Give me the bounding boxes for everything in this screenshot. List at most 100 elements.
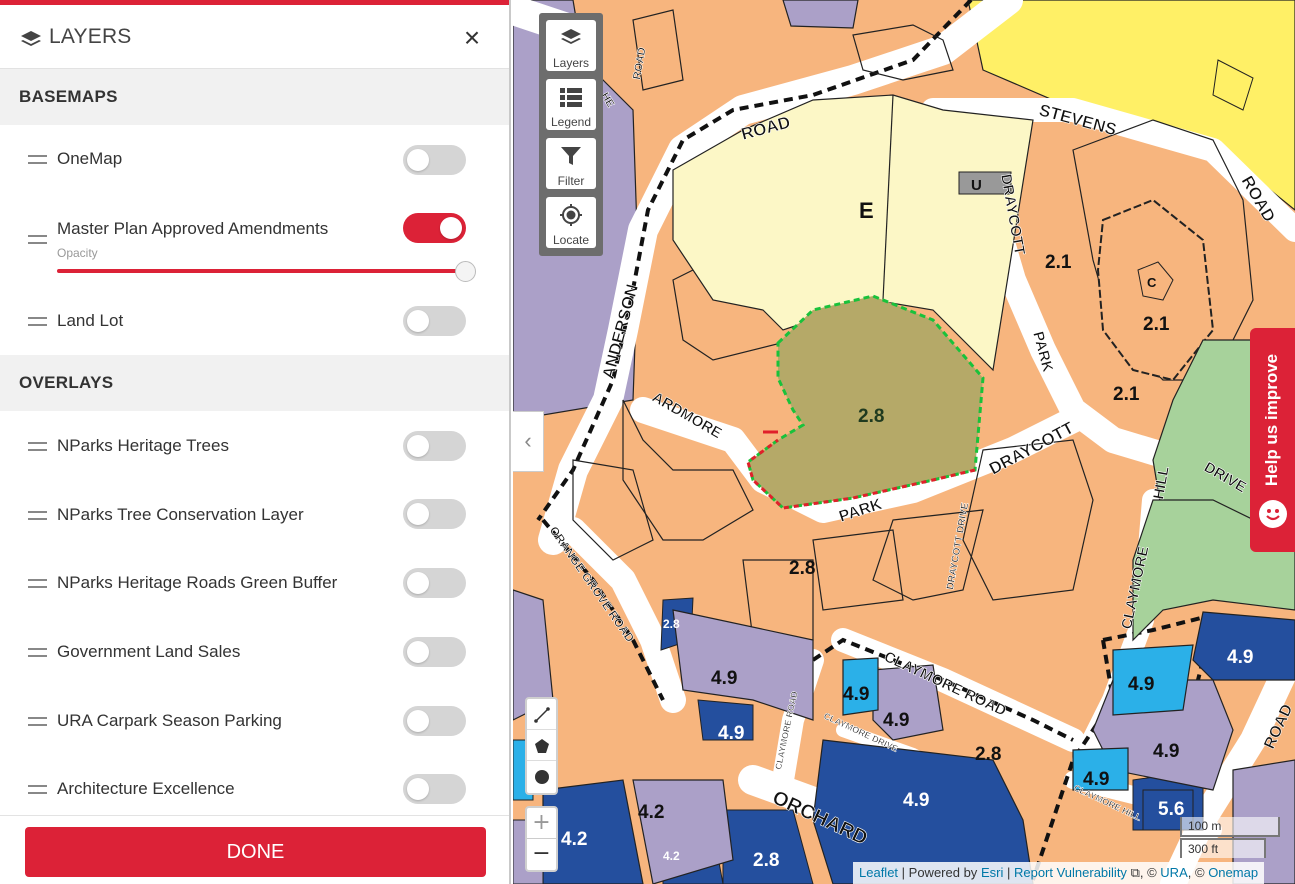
drag-handle-icon[interactable]: [28, 442, 47, 451]
drag-handle-icon[interactable]: [28, 717, 47, 726]
layer-row-heritage-roads: NParks Heritage Roads Green Buffer: [0, 553, 509, 613]
layer-toggle[interactable]: [403, 431, 466, 461]
attribution-text: , ©: [1139, 865, 1157, 880]
legend-tool-button[interactable]: Legend: [546, 79, 596, 130]
close-button[interactable]: ×: [459, 23, 485, 53]
zone-label: 4.9: [883, 710, 909, 731]
zoom-out-button[interactable]: −: [527, 839, 556, 870]
layer-toggle[interactable]: [403, 145, 466, 175]
attribution-text: , ©: [1187, 865, 1205, 880]
smiley-icon: [1259, 500, 1287, 528]
layers-icon: [21, 31, 41, 46]
filter-tool-button[interactable]: Filter: [546, 138, 596, 189]
zone-label: 4.9: [1227, 647, 1253, 668]
layer-toggle[interactable]: [403, 637, 466, 667]
zone-label: 2.8: [789, 558, 815, 579]
layer-label: Master Plan Approved Amendments: [57, 219, 329, 238]
opacity-label: Opacity: [57, 246, 98, 260]
tool-label: Filter: [557, 174, 585, 188]
esri-link[interactable]: Esri: [981, 865, 1003, 880]
list-icon: [560, 88, 582, 107]
zone-label: 4.9: [718, 723, 744, 744]
layer-label: Architecture Excellence: [57, 779, 235, 798]
layer-label: Land Lot: [57, 311, 124, 330]
draw-polygon-button[interactable]: [527, 730, 556, 761]
scale-bar: 100 m 300 ft: [1180, 817, 1284, 859]
drag-handle-icon[interactable]: [28, 579, 47, 588]
leaflet-link[interactable]: Leaflet: [859, 865, 898, 880]
layer-row-land-lot: Land Lot: [0, 291, 509, 351]
layer-toggle[interactable]: [403, 213, 466, 243]
zone-label: 4.9: [843, 684, 869, 705]
layer-label: NParks Heritage Trees: [57, 436, 229, 455]
zone-label: 2.1: [1113, 384, 1140, 405]
zone-label: 4.9: [903, 790, 929, 811]
map-toolbar: Layers Legend Filter Locate: [539, 13, 603, 256]
zone-label: E: [859, 198, 874, 223]
panel-header: LAYERS ×: [0, 5, 509, 69]
zoom-in-button[interactable]: +: [527, 808, 556, 839]
layer-label: NParks Heritage Roads Green Buffer: [57, 573, 338, 592]
zone-label: C: [1147, 275, 1157, 290]
layers-tool-button[interactable]: Layers: [546, 20, 596, 71]
zone-label: 4.2: [561, 829, 587, 850]
zone-label: U: [971, 177, 982, 194]
panel-footer: DONE: [0, 815, 509, 884]
tool-label: Layers: [552, 56, 590, 70]
layer-toggle[interactable]: [403, 568, 466, 598]
layer-row-onemap: OneMap: [0, 130, 509, 190]
help-label: Help us improve: [1262, 353, 1281, 487]
map-attribution: Leaflet | Powered by Esri | Report Vulne…: [853, 862, 1265, 884]
opacity-slider-track[interactable]: [57, 269, 466, 273]
section-title: OVERLAYS: [19, 373, 114, 392]
locate-tool-button[interactable]: Locate: [546, 197, 596, 248]
scale-imperial: 300 ft: [1180, 838, 1266, 858]
drag-handle-icon[interactable]: [28, 155, 47, 164]
draw-line-button[interactable]: [527, 699, 556, 730]
layer-row-heritage-trees: NParks Heritage Trees: [0, 416, 509, 476]
attribution-separator: |: [1006, 865, 1011, 880]
zoom-control: + −: [525, 806, 558, 872]
map-view[interactable]: ROAD STEVENS ROAD ANDERSON ARDMORE DRAYC…: [513, 0, 1295, 884]
circle-icon: [535, 770, 549, 784]
draw-circle-button[interactable]: [527, 761, 556, 792]
onemap-link[interactable]: Onemap: [1208, 865, 1258, 880]
drag-handle-icon[interactable]: [28, 648, 47, 657]
layer-toggle[interactable]: [403, 774, 466, 804]
layer-toggle[interactable]: [403, 306, 466, 336]
drag-handle-icon[interactable]: [28, 511, 47, 520]
zone-label: 4.9: [1128, 674, 1154, 695]
help-us-improve-button[interactable]: Help us improve: [1250, 328, 1295, 552]
section-basemaps: BASEMAPS: [0, 69, 509, 125]
zone-label: 2.8: [753, 850, 779, 871]
zoning-map[interactable]: ROAD STEVENS ROAD ANDERSON ARDMORE DRAYC…: [513, 0, 1295, 884]
done-button[interactable]: DONE: [25, 827, 486, 877]
layers-icon: [561, 29, 581, 44]
opacity-slider-handle[interactable]: [455, 261, 476, 282]
zone-label: 2.1: [1045, 252, 1072, 273]
zone-label: 2.8: [975, 744, 1001, 765]
report-vulnerability-link[interactable]: Report Vulnerability: [1014, 865, 1127, 880]
drag-handle-icon[interactable]: [28, 235, 47, 244]
layer-toggle[interactable]: [403, 499, 466, 529]
scale-metric: 100 m: [1180, 817, 1280, 837]
zone-label: 2.8: [858, 406, 884, 427]
section-overlays: OVERLAYS: [0, 355, 509, 411]
polygon-icon: [535, 739, 549, 753]
attribution-text: | Powered by: [901, 865, 978, 880]
layer-toggle[interactable]: [403, 706, 466, 736]
zone-label: 4.9: [1083, 769, 1109, 790]
layer-row-tree-conservation: NParks Tree Conservation Layer: [0, 485, 509, 545]
draw-toolbar: [525, 697, 558, 795]
drag-handle-icon[interactable]: [28, 785, 47, 794]
drag-handle-icon[interactable]: [28, 317, 47, 326]
ura-link[interactable]: URA: [1160, 865, 1187, 880]
filter-icon: [561, 147, 581, 165]
collapse-panel-button[interactable]: ‹: [513, 411, 544, 472]
layers-panel: LAYERS × BASEMAPS OneMap Master Plan App…: [0, 0, 511, 884]
layer-label: URA Carpark Season Parking: [57, 711, 282, 730]
zone-label: 4.9: [711, 668, 737, 689]
panel-title: LAYERS: [49, 25, 132, 48]
external-link-icon: ⧉: [1130, 865, 1140, 880]
zone-label: 2.1: [1143, 314, 1170, 335]
